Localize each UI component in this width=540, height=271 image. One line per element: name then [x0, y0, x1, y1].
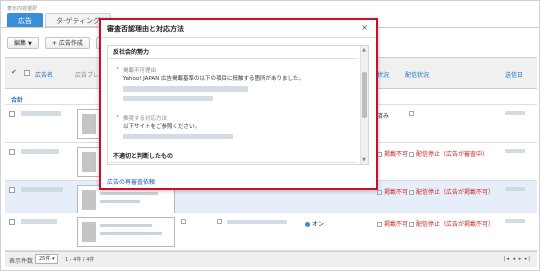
edit-button[interactable]: 編集 ▼ [7, 37, 39, 49]
review-status: 済み [377, 113, 390, 120]
rejection-reason-modal: 審査否認理由と対応方法 × 反社会的勢力 掲載不可理由 Yahoo! JAPAN… [99, 18, 378, 190]
delivery-status: 配信停止（広告が審査中） [409, 149, 488, 158]
modal-title: 審査否認理由と対応方法 [107, 25, 184, 33]
warning-icon [377, 222, 382, 227]
select-all-checkbox[interactable] [24, 70, 30, 76]
column-ad-name[interactable]: 広告名 [35, 70, 53, 79]
tab-ads[interactable]: 広告 [7, 13, 43, 27]
delivery-status: 配信停止（広告が掲載不可） [409, 219, 494, 228]
scrollbar-thumb[interactable] [362, 72, 367, 118]
thumbnail-line [100, 192, 158, 195]
table-footer: 表示件数 25件 ▾ 1 - 4件 / 4件 |◂ ◂ ▸ ▸| [5, 251, 537, 267]
delivery-status-text: 配信停止（広告が掲載不可） [416, 221, 495, 228]
warning-icon [409, 222, 414, 227]
warning-icon [409, 190, 414, 195]
action-text: 以下サイトをご参照ください。 [123, 124, 201, 130]
review-status: 掲載不可 [377, 187, 408, 196]
reason-heading: 掲載不可理由 [116, 66, 156, 74]
ad-name-blurred [21, 219, 57, 224]
ad-thumbnail [77, 217, 175, 247]
select-all-check-icon[interactable]: ✔ [11, 68, 17, 76]
modal-divider [101, 37, 376, 38]
on-radio-icon [305, 222, 310, 227]
section-heading-inappropriate: 不適切と判断したもの [108, 150, 358, 163]
request-re-review-link[interactable]: 広告の再審査依頼 [107, 177, 155, 186]
delivery-status-text: 配信停止（広告が審査中） [416, 151, 489, 158]
edit-label: 編集 [14, 40, 27, 47]
row-option-checkbox[interactable] [217, 219, 222, 224]
note-icon[interactable] [181, 219, 186, 224]
thumbnail-line [100, 224, 152, 227]
section-heading-antisocial: 反社会的勢力 [108, 46, 358, 59]
close-icon[interactable]: × [361, 23, 368, 32]
row-checkbox[interactable] [9, 219, 15, 225]
row-detail-blurred [227, 220, 287, 224]
thumbnail-line [100, 232, 162, 235]
scroll-up-icon[interactable]: ▲ [362, 47, 366, 53]
sent-date-blurred [505, 187, 525, 191]
plus-icon: + [51, 40, 57, 47]
reason-detail-blurred [123, 96, 213, 101]
tab-bar: 広告 タ-ゲティング [7, 13, 112, 27]
sent-date-blurred [505, 111, 525, 115]
delivery-status-icon [409, 111, 414, 116]
thumbnail-image [82, 152, 96, 172]
warning-icon [377, 190, 382, 195]
warning-icon [409, 152, 414, 157]
thumbnail-image [82, 190, 96, 210]
row-checkbox[interactable] [9, 111, 15, 117]
thumbnail-image [82, 114, 96, 134]
record-count: 1 - 4件 / 4件 [65, 257, 95, 263]
delivery-status-text: 配信停止（広告が掲載不可） [416, 189, 495, 196]
delivery-status: 配信停止（広告が掲載不可） [409, 187, 494, 196]
total-label: 合計 [11, 97, 24, 104]
display-selector-hint: 表示内容選択 [7, 6, 38, 12]
scroll-down-icon[interactable]: ▼ [362, 157, 366, 163]
delivery-toggle[interactable]: オン [305, 219, 324, 228]
ad-name-blurred [21, 187, 63, 192]
chevron-down-icon: ▼ [28, 41, 32, 47]
column-review-status[interactable]: 状況 [377, 70, 389, 79]
app-frame: 表示内容選択 広告 タ-ゲティング 編集▼ + 広告作成 フ ✔ 広告名 広告プ… [0, 0, 540, 271]
per-page-value: 25件 [39, 256, 51, 262]
modal-scrollbar[interactable]: ▲ ▼ [360, 46, 368, 164]
review-status-text: 掲載不可 [384, 189, 409, 196]
review-status: 掲載不可 [377, 219, 408, 228]
sent-date-blurred [505, 149, 525, 153]
row-checkbox[interactable] [9, 187, 15, 193]
create-ad-label: 広告作成 [58, 40, 83, 47]
thumbnail-image [82, 222, 96, 242]
action-detail-blurred [123, 134, 233, 139]
reason-detail-blurred [123, 86, 248, 92]
ad-name-blurred [21, 149, 59, 154]
review-status-text: 掲載不可 [384, 151, 409, 158]
ad-name-blurred [21, 111, 61, 116]
delivery-toggle-label: オン [312, 221, 325, 228]
review-status-text: 掲載不可 [384, 221, 409, 228]
reason-text: Yahoo! JAPAN 広告掲載基準の以下の項目に抵触する箇所がありました。 [123, 76, 305, 82]
per-page-select[interactable]: 25件 ▾ [35, 254, 59, 264]
review-status: 掲載不可 [377, 149, 408, 158]
sent-date-blurred [505, 219, 525, 223]
per-page-label: 表示件数 [9, 258, 34, 265]
column-sent-date[interactable]: 送信日 [505, 70, 523, 79]
table-row[interactable]: オン 掲載不可 配信停止（広告が掲載不可） [5, 213, 537, 251]
column-delivery-status[interactable]: 配信状況 [405, 70, 429, 79]
row-checkbox[interactable] [9, 149, 15, 155]
action-heading: 推奨する対応方法 [116, 114, 167, 122]
pagination[interactable]: |◂ ◂ ▸ ▸| [504, 256, 531, 262]
thumbnail-line [100, 200, 140, 203]
column-ad-preview: 広告プレ [75, 72, 100, 79]
create-ad-button[interactable]: + 広告作成 [44, 37, 90, 49]
rejection-details-scroll[interactable]: 反社会的勢力 掲載不可理由 Yahoo! JAPAN 広告掲載基準の以下の項目に… [107, 45, 369, 165]
